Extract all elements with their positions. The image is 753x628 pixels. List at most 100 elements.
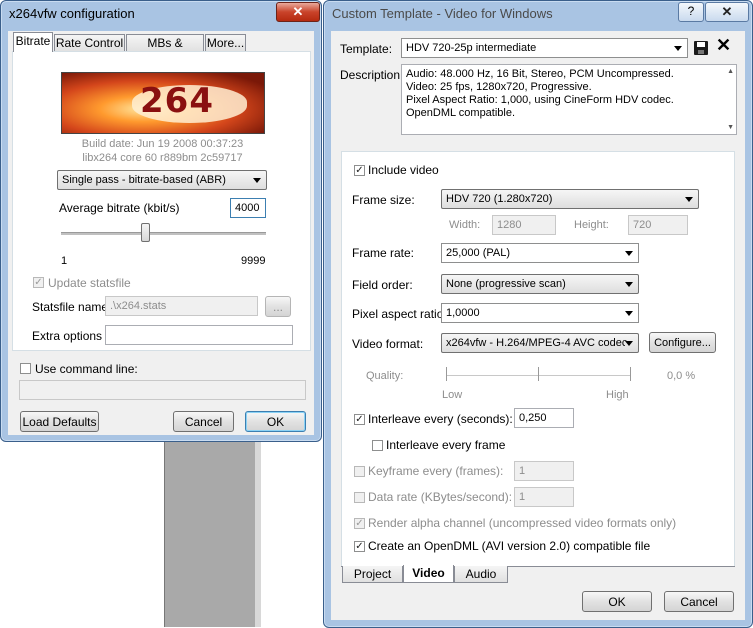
template-cancel-button[interactable]: Cancel — [664, 591, 734, 612]
video-format-value: x264vfw - H.264/MPEG-4 AVC codec — [446, 337, 628, 349]
x264-cancel-button[interactable]: Cancel — [173, 411, 234, 432]
x264-window-title: x264vfw configuration — [9, 6, 135, 21]
x264-client: Bitrate Rate Control MBs & Frames More..… — [8, 31, 314, 435]
chevron-down-icon — [674, 46, 682, 51]
chevron-down-icon — [625, 311, 633, 316]
frame-rate-label: Frame rate: — [352, 246, 415, 260]
quality-high-label: High — [606, 389, 629, 401]
statsfile-label: Statsfile name — [32, 300, 109, 314]
opendml-label: Create an OpenDML (AVI version 2.0) comp… — [368, 539, 651, 553]
template-select[interactable]: HDV 720-25p intermediate — [401, 38, 688, 58]
tab-more[interactable]: More... — [205, 34, 246, 52]
interleave-seconds-input[interactable]: 0,250 — [514, 408, 574, 428]
close-icon[interactable]: ✕ — [705, 2, 749, 22]
configure-button[interactable]: Configure... — [649, 332, 716, 353]
close-icon[interactable]: ✕ — [276, 2, 320, 22]
frame-size-select[interactable]: HDV 720 (1.280x720) — [441, 189, 699, 209]
tab-bitrate[interactable]: Bitrate — [13, 32, 53, 52]
template-value: HDV 720-25p intermediate — [406, 42, 537, 54]
keyframe-input[interactable]: 1 — [514, 461, 574, 481]
data-rate-input[interactable]: 1 — [514, 487, 574, 507]
frame-rate-select[interactable]: 25,000 (PAL) — [441, 243, 639, 263]
pixel-aspect-select[interactable]: 1,0000 — [441, 303, 639, 323]
video-format-select[interactable]: x264vfw - H.264/MPEG-4 AVC codec — [441, 333, 639, 353]
height-input[interactable]: 720 — [628, 215, 688, 235]
template-label: Template: — [340, 42, 393, 56]
bitrate-slider-track[interactable] — [61, 232, 266, 235]
video-settings-panel: ✓ Include video Frame size: HDV 720 (1.2… — [341, 151, 735, 567]
statsfile-input[interactable]: .\x264.stats — [105, 296, 258, 316]
description-line: OpenDML compatible. — [406, 107, 516, 119]
description-line: Pixel Aspect Ratio: 1,000, using CineFor… — [406, 94, 674, 106]
logo-text: 264 — [140, 81, 214, 121]
build-date: Build date: Jun 19 2008 00:37:23 — [81, 138, 244, 150]
description-box[interactable]: Audio: 48.000 Hz, 16 Bit, Stereo, PCM Un… — [401, 64, 737, 135]
interleave-frame-checkbox[interactable] — [372, 440, 383, 451]
avg-bitrate-input[interactable]: 4000 — [230, 198, 266, 218]
frame-size-label: Frame size: — [352, 193, 415, 207]
extra-options-input[interactable] — [105, 325, 293, 345]
command-line-input[interactable] — [19, 380, 306, 400]
pixel-aspect-value: 1,0000 — [446, 307, 480, 319]
background-panel-edge — [255, 440, 261, 627]
description-line: Video: 25 fps, 1280x720, Progressive. — [406, 81, 592, 93]
tab-mbs-frames[interactable]: MBs & Frames — [126, 34, 204, 67]
encoding-mode-value: Single pass - bitrate-based (ABR) — [62, 174, 226, 186]
width-label: Width: — [449, 219, 481, 231]
include-video-label: Include video — [368, 163, 439, 177]
browse-button[interactable]: ... — [265, 296, 291, 317]
bitrate-tab-panel: 264 Build date: Jun 19 2008 00:37:23 lib… — [12, 51, 311, 351]
interleave-seconds-checkbox[interactable]: ✓ — [354, 414, 365, 425]
field-order-select[interactable]: None (progressive scan) — [441, 274, 639, 294]
update-statsfile-label: Update statsfile — [48, 276, 131, 290]
update-statsfile-checkbox[interactable]: ✓ — [33, 277, 44, 288]
encoding-mode-select[interactable]: Single pass - bitrate-based (ABR) — [57, 170, 267, 190]
data-rate-checkbox[interactable] — [354, 492, 365, 503]
pixel-aspect-label: Pixel aspect ratio: — [352, 307, 447, 321]
quality-value: 0,0 % — [667, 370, 696, 382]
tab-rate-control[interactable]: Rate Control — [54, 34, 125, 52]
use-command-line-checkbox[interactable] — [20, 363, 31, 374]
load-defaults-button[interactable]: Load Defaults — [20, 411, 99, 432]
custom-template-window: Custom Template - Video for Windows ? ✕ … — [323, 0, 753, 628]
quality-tick — [630, 367, 631, 381]
data-rate-label: Data rate (KBytes/second): — [368, 490, 513, 504]
tab-video[interactable]: Video — [403, 565, 454, 583]
chevron-down-icon — [625, 341, 633, 346]
render-alpha-checkbox[interactable]: ✓ — [354, 518, 365, 529]
delete-icon[interactable]: ✕ — [716, 35, 731, 55]
bitrate-slider-thumb[interactable] — [140, 223, 150, 242]
x264-ok-button[interactable]: OK — [245, 411, 306, 432]
interleave-frame-label: Interleave every frame — [386, 438, 506, 452]
frame-size-value: HDV 720 (1.280x720) — [446, 193, 553, 205]
description-line: Audio: 48.000 Hz, 16 Bit, Stereo, PCM Un… — [406, 68, 674, 80]
use-command-line-label: Use command line: — [35, 362, 138, 376]
height-label: Height: — [574, 219, 609, 231]
scroll-up-icon[interactable]: ▲ — [727, 68, 734, 75]
help-icon[interactable]: ? — [678, 2, 704, 22]
keyframe-checkbox[interactable] — [354, 466, 365, 477]
interleave-seconds-label: Interleave every (seconds): — [368, 412, 513, 426]
include-video-checkbox[interactable]: ✓ — [354, 165, 365, 176]
opendml-checkbox[interactable]: ✓ — [354, 541, 365, 552]
template-ok-button[interactable]: OK — [582, 591, 652, 612]
scroll-down-icon[interactable]: ▼ — [727, 124, 734, 131]
template-client: Template: HDV 720-25p intermediate ✕ Des… — [331, 31, 745, 620]
video-format-label: Video format: — [352, 337, 424, 351]
chevron-down-icon — [253, 178, 261, 183]
width-input[interactable]: 1280 — [492, 215, 556, 235]
chevron-down-icon — [625, 251, 633, 256]
field-order-label: Field order: — [352, 278, 413, 292]
tab-project[interactable]: Project — [342, 566, 403, 583]
chevron-down-icon — [625, 282, 633, 287]
frame-rate-value: 25,000 (PAL) — [446, 247, 511, 259]
x264-logo: 264 — [61, 72, 265, 134]
save-icon[interactable] — [694, 41, 708, 55]
extra-options-label: Extra options — [32, 329, 103, 343]
background-panel — [164, 440, 256, 627]
tab-audio[interactable]: Audio — [454, 566, 508, 583]
quality-tick — [446, 367, 447, 381]
avg-bitrate-label: Average bitrate (kbit/s) — [59, 201, 180, 215]
build-core: libx264 core 60 r889bm 2c59717 — [82, 152, 243, 164]
description-label: Description: — [340, 68, 404, 82]
